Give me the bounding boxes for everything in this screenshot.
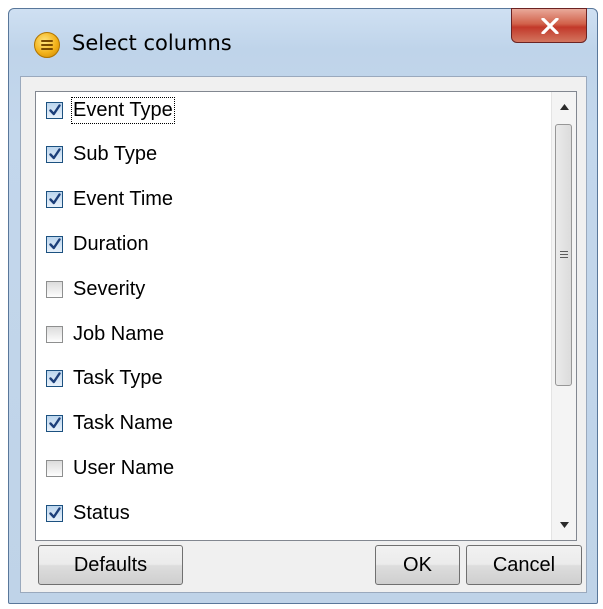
column-label: Job Name (73, 322, 165, 345)
close-button[interactable] (511, 8, 587, 43)
close-icon (541, 18, 559, 34)
column-checkbox[interactable] (46, 325, 63, 343)
window-title: Select columns (72, 31, 232, 55)
app-list-icon (34, 32, 60, 58)
thumb-grip-line (560, 257, 568, 258)
column-option[interactable]: User Name (46, 453, 526, 483)
thumb-grip-line (560, 254, 568, 255)
column-option[interactable]: Job Name (46, 319, 526, 349)
column-label: Task Name (73, 412, 174, 435)
column-option[interactable]: Status (46, 498, 526, 528)
checkmark-icon (49, 193, 61, 205)
title-bar: Select columns (9, 8, 597, 69)
column-option[interactable]: Sub Type (46, 140, 526, 170)
scroll-down-arrow-icon (559, 522, 569, 528)
column-label: Sub Type (73, 143, 158, 166)
column-option[interactable]: Task Name (46, 409, 526, 439)
defaults-button[interactable]: Defaults (38, 545, 183, 585)
vertical-scrollbar[interactable] (551, 92, 576, 540)
checkmark-icon (49, 238, 61, 250)
checkmark-icon (49, 417, 61, 429)
column-checkbox[interactable] (46, 370, 63, 388)
column-option[interactable]: Severity (46, 274, 526, 304)
column-label: Task Type (73, 367, 163, 390)
cancel-button[interactable]: Cancel (466, 545, 582, 585)
select-columns-dialog: Select columns Event Type Sub Type Event T… (8, 8, 598, 604)
column-checkbox[interactable] (46, 415, 63, 433)
column-label: Duration (73, 232, 149, 255)
scroll-up-arrow-icon (559, 104, 569, 110)
column-label: Event Time (73, 188, 174, 211)
column-checkbox[interactable] (46, 191, 63, 209)
column-checkbox[interactable] (46, 459, 63, 477)
scroll-down-button[interactable] (552, 510, 576, 540)
column-checkbox[interactable] (46, 504, 63, 522)
checkmark-icon (49, 103, 61, 115)
checkmark-icon (49, 506, 61, 518)
scroll-thumb[interactable] (555, 124, 572, 386)
column-label: Status (73, 501, 130, 524)
scroll-up-button[interactable] (552, 92, 576, 122)
column-option[interactable]: Event Time (46, 185, 526, 215)
checkmark-icon (49, 148, 61, 160)
column-checkbox[interactable] (46, 101, 63, 119)
column-checkbox[interactable] (46, 235, 63, 253)
thumb-grip-line (560, 251, 568, 252)
checkmark-icon (49, 372, 61, 384)
column-option[interactable]: Task Type (46, 364, 526, 394)
columns-list: Event Type Sub Type Event Time Duration Seve… (35, 91, 577, 541)
column-label: User Name (73, 456, 175, 479)
column-option[interactable]: Event Type (46, 95, 526, 125)
column-checkbox[interactable] (46, 146, 63, 164)
ok-button[interactable]: OK (375, 545, 460, 585)
column-label: Severity (73, 277, 146, 300)
column-checkbox[interactable] (46, 280, 63, 298)
dialog-body: Event Type Sub Type Event Time Duration Seve… (20, 76, 587, 593)
column-label: Event Type (71, 96, 175, 124)
column-option[interactable]: Duration (46, 229, 526, 259)
